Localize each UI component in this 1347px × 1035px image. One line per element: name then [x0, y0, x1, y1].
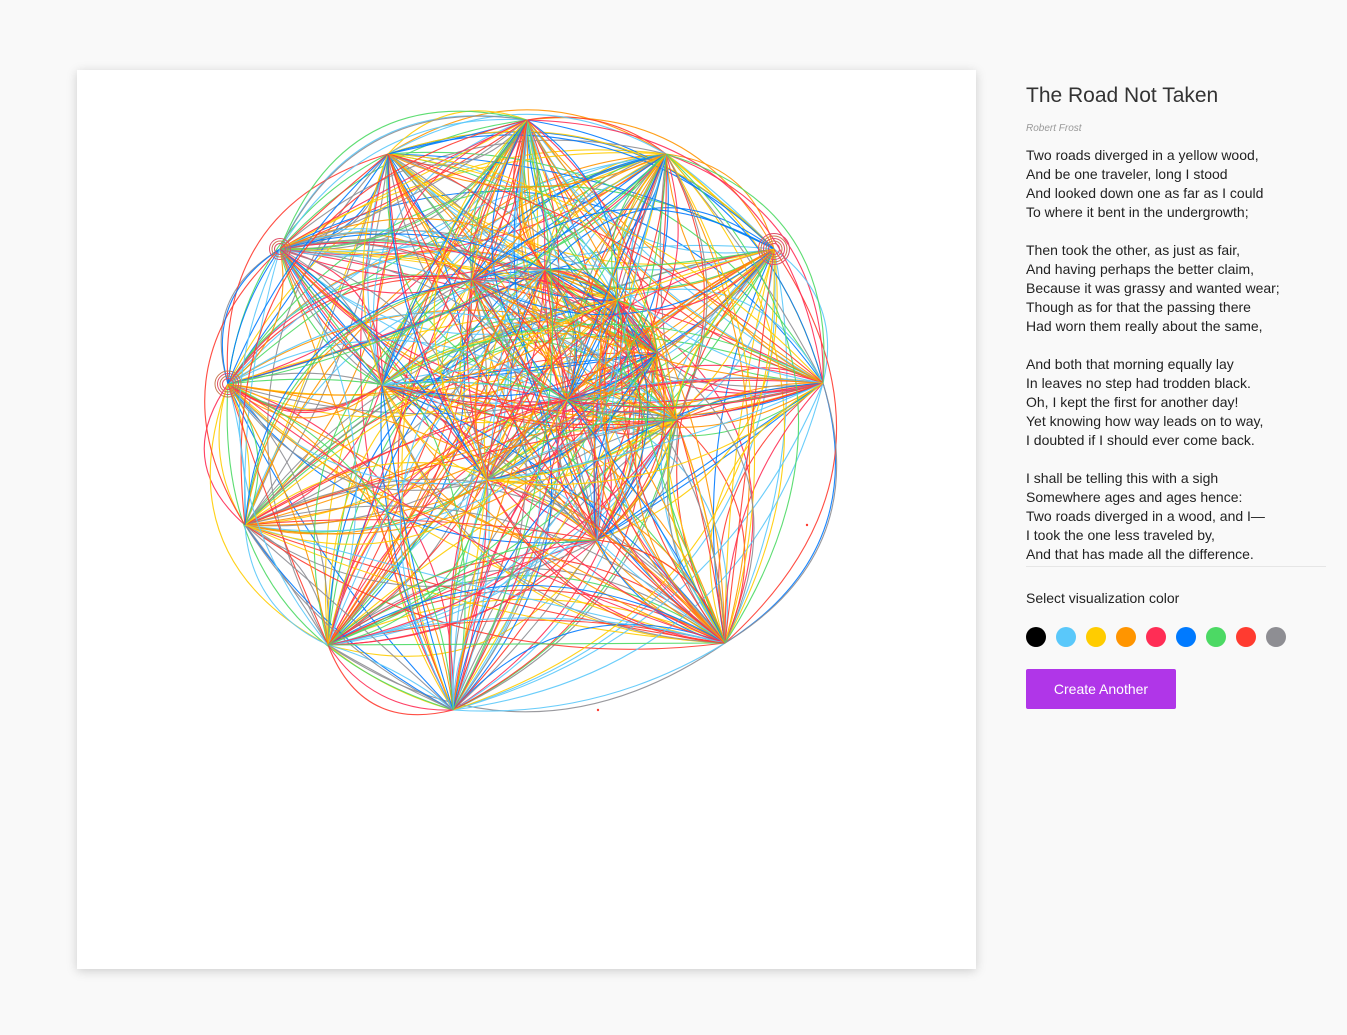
poem-panel: The Road Not Taken Robert Frost Two road… — [1026, 80, 1326, 709]
poem-line: Two roads diverged in a yellow wood, — [1026, 147, 1259, 163]
poem-line: Then took the other, as just as fair, — [1026, 242, 1241, 258]
poem-line: Because it was grassy and wanted wear; — [1026, 280, 1280, 296]
poem-line: I took the one less traveled by, — [1026, 527, 1215, 543]
color-swatch-row — [1026, 627, 1326, 647]
poem-text: Two roads diverged in a yellow wood, And … — [1026, 146, 1326, 567]
color-swatch-pink[interactable] — [1146, 627, 1166, 647]
color-swatch-red[interactable] — [1236, 627, 1256, 647]
poem-line: Though as for that the passing there — [1026, 299, 1251, 315]
poem-stanza: And both that morning equally lay In leav… — [1026, 355, 1326, 450]
poem-line: I doubted if I should ever come back. — [1026, 432, 1255, 448]
network-edge — [203, 383, 246, 526]
poem-author: Robert Frost — [1026, 123, 1082, 134]
node-dot — [805, 523, 809, 527]
color-select-label: Select visualization color — [1026, 590, 1180, 606]
poem-line: And having perhaps the better claim, — [1026, 261, 1255, 277]
poem-title: The Road Not Taken — [1026, 84, 1219, 107]
poem-line: In leaves no step had trodden black. — [1026, 375, 1251, 391]
color-swatch-green[interactable] — [1206, 627, 1226, 647]
network-edge — [327, 642, 726, 713]
poem-stanza: Two roads diverged in a yellow wood, And … — [1026, 146, 1326, 222]
network-edge — [327, 642, 726, 646]
color-swatch-yellow[interactable] — [1086, 627, 1106, 647]
poem-line: Yet knowing how way leads on to way, — [1026, 413, 1264, 429]
color-swatch-orange[interactable] — [1116, 627, 1136, 647]
poem-line: And that has made all the difference. — [1026, 546, 1254, 562]
poem-line: And looked down one as far as I could — [1026, 185, 1264, 201]
color-swatch-light-blue[interactable] — [1056, 627, 1076, 647]
poem-line: Somewhere ages and ages hence: — [1026, 489, 1243, 505]
visualization-canvas — [77, 70, 976, 969]
network-edge — [452, 642, 726, 712]
create-another-button[interactable]: Create Another — [1026, 669, 1176, 709]
poem-line: I shall be telling this with a sigh — [1026, 470, 1219, 486]
poem-line: Had worn them really about the same, — [1026, 318, 1263, 334]
color-swatch-blue[interactable] — [1176, 627, 1196, 647]
poem-line: To where it bent in the undergrowth; — [1026, 204, 1249, 220]
poem-line: Oh, I kept the first for another day! — [1026, 394, 1239, 410]
node-dot — [596, 708, 600, 712]
poem-network-visualization — [203, 109, 838, 716]
poem-stanza: Then took the other, as just as fair, And… — [1026, 241, 1326, 336]
poem-line: Two roads diverged in a wood, and I— — [1026, 508, 1265, 524]
poem-line: And be one traveler, long I stood — [1026, 166, 1228, 182]
network-edge — [227, 383, 250, 526]
poem-stanza: I shall be telling this with a sigh Somew… — [1026, 469, 1326, 564]
poem-line: And both that morning equally lay — [1026, 356, 1234, 372]
color-swatch-gray[interactable] — [1266, 627, 1286, 647]
color-swatch-black[interactable] — [1026, 627, 1046, 647]
